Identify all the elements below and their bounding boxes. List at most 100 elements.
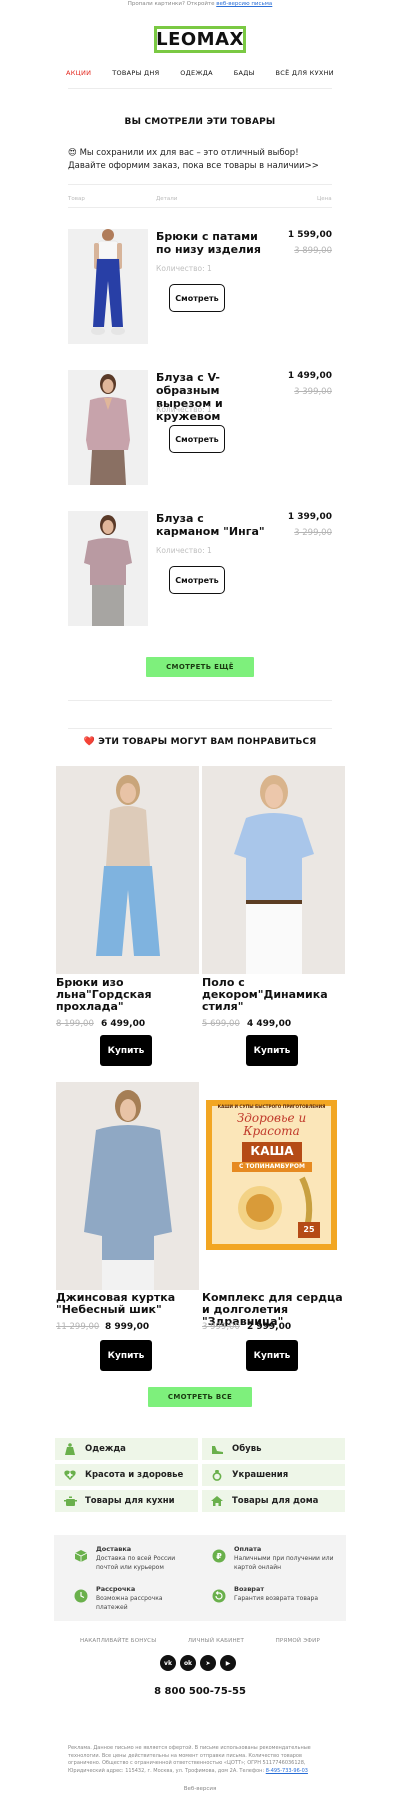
package-product: КАША bbox=[250, 1144, 294, 1158]
viewed-intro: 😍 Мы сохранили их для вас – это отличный… bbox=[68, 148, 319, 171]
heart-plus-icon bbox=[55, 1469, 85, 1481]
odnoklassniki-icon[interactable]: ok bbox=[180, 1655, 196, 1671]
category-label: Товары для кухни bbox=[85, 1496, 175, 1506]
category-beauty-health[interactable]: Красота и здоровье bbox=[55, 1464, 198, 1486]
divider bbox=[68, 700, 332, 701]
legal-phone-link[interactable]: 8-495-733-96-03 bbox=[266, 1768, 308, 1774]
telegram-icon[interactable]: ➤ bbox=[200, 1655, 216, 1671]
preheader: Пропали картинки? Откройте веб-версию пи… bbox=[0, 1, 400, 7]
buy-button[interactable]: Купить bbox=[100, 1340, 152, 1371]
viewed-section-title: ВЫ СМОТРЕЛИ ЭТИ ТОВАРЫ bbox=[124, 117, 276, 127]
product-name[interactable]: Блуза с карманом "Инга" bbox=[156, 512, 270, 538]
top-nav: АКЦИИ ТОВАРЫ ДНЯ ОДЕЖДА БАДЫ ВСЁ ДЛЯ КУХ… bbox=[66, 69, 334, 77]
nav-item-sales[interactable]: АКЦИИ bbox=[66, 69, 91, 77]
nav-item-kitchen[interactable]: ВСЁ ДЛЯ КУХНИ bbox=[276, 69, 334, 77]
return-icon bbox=[212, 1588, 226, 1607]
house-icon bbox=[202, 1495, 232, 1507]
social-links: vk ok ➤ ▶ bbox=[160, 1655, 236, 1671]
recommended-section-title: ❤️ ЭТИ ТОВАРЫ МОГУТ ВАМ ПОНРАВИТЬСЯ bbox=[83, 737, 317, 747]
view-button[interactable]: Смотреть bbox=[169, 284, 225, 312]
package-subtitle: С ТОПИНАМБУРОМ bbox=[238, 1163, 306, 1170]
product-old-price: 5 699,00 bbox=[202, 1019, 240, 1029]
footer-link-account[interactable]: ЛИЧНЫЙ КАБИНЕТ bbox=[188, 1638, 244, 1644]
product-image-denim-jacket[interactable] bbox=[56, 1082, 199, 1290]
view-button[interactable]: Смотреть bbox=[169, 566, 225, 594]
product-quantity: Количество: 1 bbox=[156, 405, 212, 414]
info-desc: Гарантия возврата товара bbox=[234, 1595, 319, 1602]
ruble-icon: ₽ bbox=[212, 1548, 226, 1567]
product-image-linen-pants[interactable] bbox=[56, 766, 199, 974]
package-brand: Здоровье и Красота bbox=[236, 1111, 307, 1138]
col-price: Цена bbox=[317, 196, 332, 202]
category-kitchen[interactable]: Товары для кухни bbox=[55, 1490, 198, 1512]
product-image-porridge[interactable]: КАШИ И СУПЫ БЫСТРОГО ПРИГОТОВЛЕНИЯ Здоро… bbox=[202, 1082, 345, 1290]
product-name[interactable]: Джинсовая куртка "Небесный шик" bbox=[56, 1292, 199, 1316]
footer-link-live[interactable]: ПРЯМОЙ ЭФИР bbox=[276, 1638, 320, 1644]
product-old-price: 3 299,00 bbox=[294, 528, 332, 538]
divider bbox=[68, 728, 332, 729]
svg-text:₽: ₽ bbox=[216, 1552, 222, 1561]
product-name[interactable]: Брюки с патами по низу изделия bbox=[156, 230, 270, 256]
product-old-price: 3 999,00 bbox=[202, 1322, 240, 1332]
package-top-band: КАШИ И СУПЫ БЫСТРОГО ПРИГОТОВЛЕНИЯ bbox=[217, 1104, 326, 1109]
dress-icon bbox=[55, 1443, 85, 1455]
box-icon bbox=[74, 1548, 88, 1567]
category-label: Украшения bbox=[232, 1470, 289, 1480]
info-title: Доставка bbox=[96, 1545, 132, 1553]
youtube-icon[interactable]: ▶ bbox=[220, 1655, 236, 1671]
preheader-text: Пропали картинки? Откройте bbox=[127, 1, 217, 7]
category-clothing[interactable]: Одежда bbox=[55, 1438, 198, 1460]
logo[interactable]: LEOMAX bbox=[154, 26, 246, 53]
buy-button[interactable]: Купить bbox=[100, 1035, 152, 1066]
product-old-price: 3 399,00 bbox=[294, 387, 332, 397]
col-details: Детали bbox=[156, 196, 178, 202]
product-image-pants[interactable] bbox=[68, 229, 148, 344]
category-shoes[interactable]: Обувь bbox=[202, 1438, 345, 1460]
shoe-icon bbox=[202, 1443, 232, 1455]
see-all-button[interactable]: СМОТРЕТЬ ВСЕ bbox=[148, 1387, 252, 1407]
web-version-footer[interactable]: Веб-версия bbox=[0, 1786, 400, 1792]
product-price: 1 499,00 bbox=[287, 371, 332, 381]
footer-link-bonuses[interactable]: НАКАПЛИВАЙТЕ БОНУСЫ bbox=[80, 1638, 156, 1644]
product-name[interactable]: Поло с декором"Динамика стиля" bbox=[202, 977, 345, 1013]
see-more-button[interactable]: СМОТРЕТЬ ЕЩЁ bbox=[146, 657, 254, 677]
category-jewelry[interactable]: Украшения bbox=[202, 1464, 345, 1486]
divider bbox=[68, 88, 332, 89]
buy-button[interactable]: Купить bbox=[246, 1035, 298, 1066]
info-desc: Возможна рассрочка платежей bbox=[96, 1595, 163, 1611]
package-badge: 25 bbox=[303, 1225, 315, 1234]
category-label: Обувь bbox=[232, 1444, 262, 1454]
product-price: 1 399,00 bbox=[287, 512, 332, 522]
category-label: Красота и здоровье bbox=[85, 1470, 184, 1480]
vk-icon[interactable]: vk bbox=[160, 1655, 176, 1671]
product-price: 4 499,00 bbox=[247, 1019, 292, 1029]
legal-text: Реклама. Данное письмо не является оферт… bbox=[68, 1745, 332, 1775]
category-label: Товары для дома bbox=[232, 1496, 319, 1506]
support-phone[interactable]: 8 800 500-75-55 bbox=[0, 1686, 400, 1697]
product-old-price: 3 899,00 bbox=[294, 246, 332, 256]
nav-item-supplements[interactable]: БАДЫ bbox=[234, 69, 255, 77]
ring-icon bbox=[202, 1469, 232, 1481]
nav-item-clothing[interactable]: ОДЕЖДА bbox=[180, 69, 213, 77]
product-image-blouse-pocket[interactable] bbox=[68, 511, 148, 626]
info-desc: Наличными при получении или картой онлай… bbox=[234, 1555, 334, 1571]
product-price: 6 499,00 bbox=[101, 1019, 146, 1029]
buy-button[interactable]: Купить bbox=[246, 1340, 298, 1371]
product-price: 2 999,00 bbox=[247, 1322, 292, 1332]
web-version-link[interactable]: веб-версию письма bbox=[216, 1, 272, 7]
divider bbox=[68, 207, 332, 208]
product-price: 8 999,00 bbox=[105, 1322, 150, 1332]
pot-icon bbox=[55, 1495, 85, 1507]
category-home[interactable]: Товары для дома bbox=[202, 1490, 345, 1512]
footer-links: НАКАПЛИВАЙТЕ БОНУСЫ ЛИЧНЫЙ КАБИНЕТ ПРЯМО… bbox=[80, 1638, 320, 1644]
product-name[interactable]: Блуза с V-образным вырезом и кружевом bbox=[156, 371, 270, 423]
service-info-box: Доставка Доставка по всей России почтой … bbox=[54, 1535, 346, 1621]
product-image-polo[interactable] bbox=[202, 766, 345, 974]
col-product: Товар bbox=[68, 196, 85, 202]
nav-item-deals-of-day[interactable]: ТОВАРЫ ДНЯ bbox=[112, 69, 159, 77]
view-button[interactable]: Смотреть bbox=[169, 425, 225, 453]
info-title: Рассрочка bbox=[96, 1585, 136, 1593]
product-image-blouse-v[interactable] bbox=[68, 370, 148, 485]
divider bbox=[68, 184, 332, 185]
product-name[interactable]: Брюки изо льна"Гордская прохлада" bbox=[56, 977, 199, 1013]
